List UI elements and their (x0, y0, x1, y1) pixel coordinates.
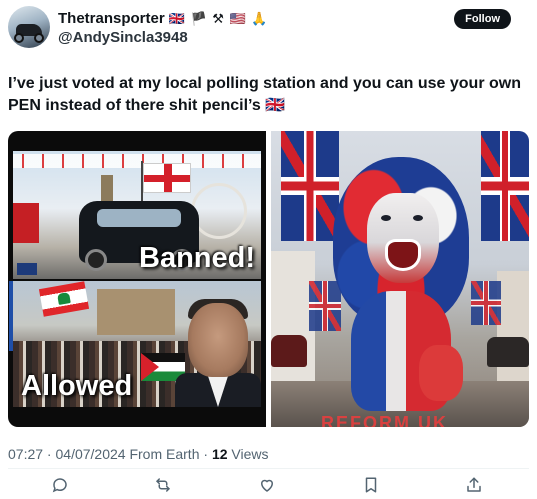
london-eye-shape (191, 183, 247, 239)
tweet-time[interactable]: 07:27 (8, 446, 43, 462)
banned-caption: Banned! (139, 242, 255, 274)
separator: · (199, 446, 212, 462)
wheel-shape (14, 33, 24, 43)
lion-eye (381, 215, 391, 221)
allowed-panel: Allowed (13, 281, 261, 407)
share-icon (467, 477, 481, 492)
tweet-source: From Earth (125, 446, 200, 462)
union-jack-icon (281, 131, 339, 241)
lion-mouth (385, 239, 421, 271)
tweet-metadata: 07:27 · 04/07/2024 From Earth · 12 Views (8, 446, 269, 462)
separator: · (43, 446, 56, 462)
parliament-shape (97, 289, 175, 335)
lion-eye (413, 215, 423, 221)
display-name-text[interactable]: Thetransporter (58, 10, 165, 27)
user-handle[interactable]: @AndySincla3948 (58, 29, 188, 46)
banned-panel: Banned! (13, 151, 261, 279)
like-button[interactable] (256, 474, 278, 496)
st-george-flag-icon (143, 163, 191, 193)
tweet-header: Thetransporter 🇬🇧 🏴 ⚒ 🇺🇸 🙏 @AndySincla394… (8, 6, 529, 50)
avatar[interactable] (8, 6, 50, 48)
cab-window (97, 209, 181, 227)
face-shape (188, 303, 248, 377)
reply-button[interactable] (49, 474, 71, 496)
car-shape (487, 337, 529, 367)
name-emojis: 🇬🇧 🏴 ⚒ 🇺🇸 🙏 (168, 11, 269, 26)
tweet-text: I’ve just voted at my local polling stat… (8, 75, 521, 114)
bookmark-icon (365, 477, 377, 493)
union-jack-icon (471, 281, 501, 325)
media-grid: Banned! Allowed REFORM UK (8, 131, 529, 427)
media-image-right[interactable]: REFORM UK (271, 131, 529, 427)
red-bus-shape (13, 203, 39, 243)
follow-button[interactable]: Follow (454, 9, 511, 29)
divider (8, 468, 529, 469)
reply-icon (52, 478, 67, 493)
union-jack-icon (481, 131, 529, 241)
badge-shape (17, 263, 37, 275)
action-bar (0, 470, 537, 498)
allowed-caption: Allowed (21, 370, 133, 402)
bookmark-button[interactable] (360, 474, 382, 496)
bunting-decoration (13, 154, 261, 168)
share-button[interactable] (463, 474, 485, 496)
retweet-button[interactable] (152, 474, 174, 496)
car-shape (271, 335, 307, 367)
views-label: Views (227, 446, 269, 462)
like-icon (260, 479, 274, 492)
wheel-shape (34, 33, 44, 43)
retweet-icon (156, 478, 170, 492)
views-count: 12 (211, 446, 228, 462)
display-name[interactable]: Thetransporter 🇬🇧 🏴 ⚒ 🇺🇸 🙏 (58, 10, 269, 27)
lebanon-flag-icon (38, 281, 90, 317)
cab-wheel (85, 249, 107, 271)
lion-paw-shape (419, 345, 463, 401)
reform-text: REFORM UK (321, 413, 448, 427)
tweet-date[interactable]: 04/07/2024 (56, 446, 126, 462)
media-image-left[interactable]: Banned! Allowed (8, 131, 266, 427)
union-jack-icon (309, 281, 341, 331)
